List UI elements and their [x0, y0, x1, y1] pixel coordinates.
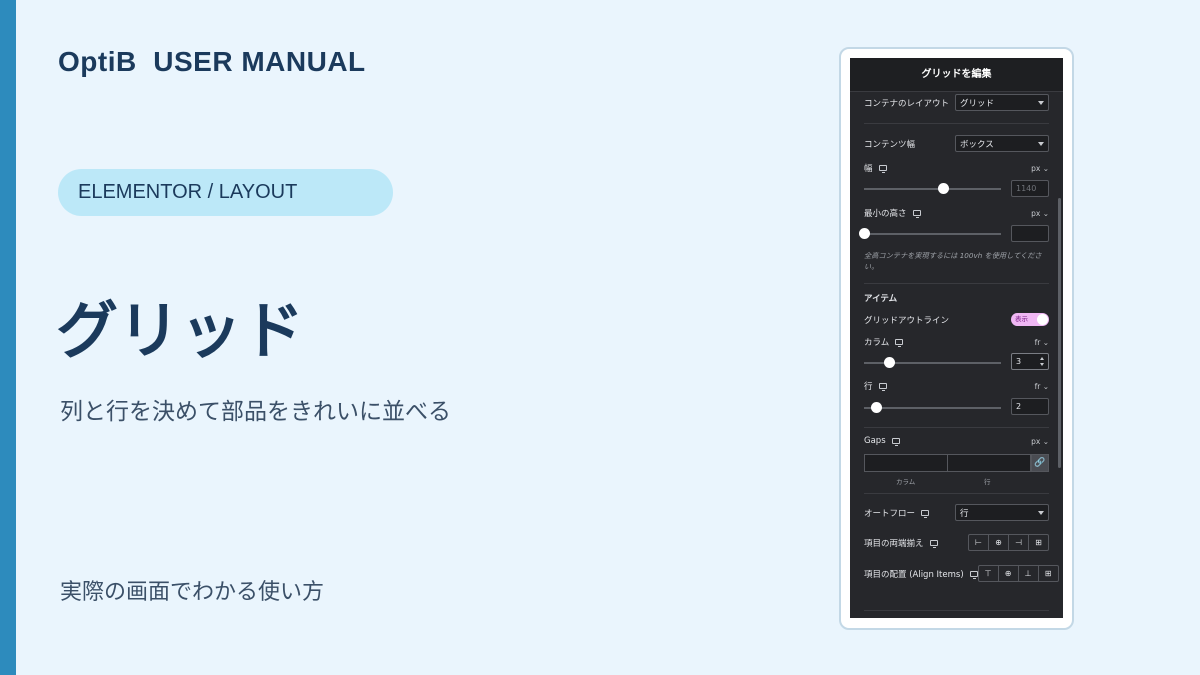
justify-end-icon[interactable]: ⊣	[1008, 535, 1028, 550]
desktop-icon[interactable]	[891, 438, 900, 446]
content-width-select[interactable]: ボックス	[955, 135, 1049, 152]
container-layout-row: コンテナのレイアウト グリッド	[864, 94, 1049, 111]
align-items-label: 項目の配置 (Align Items)	[864, 569, 964, 580]
grid-outline-row: グリッドアウトライン 表示	[864, 313, 1049, 326]
divider	[864, 123, 1049, 124]
width-unit-select[interactable]: px ⌄	[1031, 164, 1049, 173]
desktop-icon[interactable]	[895, 339, 904, 347]
align-start-icon[interactable]: ⊤	[979, 566, 998, 581]
align-center-icon[interactable]: ⊕	[997, 566, 1018, 581]
gaps-unit-select[interactable]: px ⌄	[1031, 437, 1049, 446]
columns-slider-handle[interactable]	[883, 357, 895, 368]
tagline: 実際の画面でわかる使い方	[60, 580, 325, 605]
min-height-unit-select[interactable]: px ⌄	[1031, 209, 1049, 218]
align-stretch-icon[interactable]: ⊞	[1037, 566, 1058, 581]
content-width-row: コンテンツ幅 ボックス	[864, 135, 1049, 152]
divider	[864, 493, 1049, 494]
divider	[864, 427, 1049, 428]
align-items-buttons: ⊤ ⊕ ⊥ ⊞	[977, 565, 1059, 582]
desktop-icon[interactable]	[878, 165, 887, 173]
desktop-icon[interactable]	[969, 570, 978, 579]
desktop-icon[interactable]	[912, 210, 921, 218]
width-input[interactable]: 1140	[1011, 180, 1049, 197]
container-layout-select[interactable]: グリッド	[955, 94, 1049, 111]
panel-header: グリッドを編集	[850, 58, 1063, 92]
content-width-label: コンテンツ幅	[864, 139, 916, 150]
align-items-row: 項目の配置 (Align Items) ⊤ ⊕ ⊥ ⊞	[864, 565, 1059, 582]
columns-unit-select[interactable]: fr ⌄	[1035, 338, 1049, 347]
width-slider-handle[interactable]	[938, 183, 950, 194]
divider	[864, 283, 1049, 284]
desktop-icon[interactable]	[929, 539, 938, 548]
columns-input[interactable]: 3	[1011, 353, 1049, 370]
columns-label: カラム	[864, 338, 890, 348]
justify-start-icon[interactable]: ⊢	[969, 535, 988, 550]
justify-items-buttons: ⊢ ⊕ ⊣ ⊞	[968, 534, 1049, 551]
gap-row-label: 行	[984, 478, 991, 486]
auto-flow-row: オートフロー 行	[864, 504, 1049, 521]
min-height-input[interactable]	[1011, 225, 1049, 242]
chevron-down-icon	[1038, 100, 1044, 105]
desktop-icon[interactable]	[878, 383, 887, 391]
desktop-icon[interactable]	[921, 509, 930, 518]
items-heading-row: アイテム	[864, 292, 1049, 304]
rows-label: 行	[864, 382, 873, 392]
width-slider[interactable]	[864, 183, 1001, 194]
width-row: 幅 px ⌄	[864, 162, 1049, 175]
container-layout-label: コンテナのレイアウト	[864, 98, 950, 109]
width-label: 幅	[864, 164, 873, 174]
rows-input[interactable]: 2	[1011, 398, 1049, 415]
columns-slider[interactable]	[864, 357, 1001, 368]
gap-row-input[interactable]	[948, 454, 1031, 472]
columns-row: カラム fr ⌄	[864, 336, 1049, 349]
link-icon[interactable]: 🔗	[1031, 454, 1049, 472]
gaps-inputs: 🔗	[864, 454, 1049, 472]
panel-scrollbar[interactable]	[1058, 198, 1061, 468]
rows-unit-select[interactable]: fr ⌄	[1035, 382, 1049, 391]
grid-outline-toggle[interactable]: 表示	[1011, 313, 1049, 326]
justify-center-icon[interactable]: ⊕	[988, 535, 1008, 550]
rows-slider[interactable]	[864, 402, 1001, 413]
items-heading: アイテム	[864, 294, 898, 304]
accent-bar	[0, 0, 16, 675]
align-end-icon[interactable]: ⊥	[1017, 566, 1038, 581]
brand-title: OptiB USER MANUAL	[58, 46, 366, 77]
min-height-slider-handle[interactable]	[859, 228, 870, 239]
gap-column-label: カラム	[896, 478, 916, 486]
min-height-label: 最小の高さ	[864, 209, 907, 219]
justify-items-label: 項目の両端揃え	[864, 538, 924, 549]
min-height-slider[interactable]	[859, 228, 1001, 239]
chevron-down-icon	[1038, 141, 1044, 146]
gaps-row: Gaps px ⌄	[864, 436, 1049, 446]
rows-slider-handle[interactable]	[871, 402, 883, 413]
page-title: グリッド	[56, 294, 305, 367]
rows-row: 行 fr ⌄	[864, 380, 1049, 393]
min-height-row: 最小の高さ px ⌄	[864, 207, 1049, 220]
justify-stretch-icon[interactable]: ⊞	[1028, 535, 1048, 550]
subtitle: 列と行を決めて部品をきれいに並べる	[60, 399, 451, 425]
justify-items-row: 項目の両端揃え ⊢ ⊕ ⊣ ⊞	[864, 534, 1049, 551]
min-height-hint: 全高コンテナを実現するには 100vh を使用してください。	[864, 251, 1042, 271]
auto-flow-label: オートフロー	[864, 508, 916, 519]
auto-flow-select[interactable]: 行	[955, 504, 1049, 521]
category-pill: ELEMENTOR / LAYOUT	[58, 169, 393, 216]
gap-column-input[interactable]	[864, 454, 948, 472]
stepper-icon[interactable]	[1040, 357, 1045, 366]
gaps-label: Gaps	[864, 436, 886, 446]
grid-outline-label: グリッドアウトライン	[864, 315, 950, 326]
chevron-down-icon	[1038, 510, 1044, 515]
grid-edit-panel: グリッドを編集 コンテナのレイアウト グリッド コンテンツ幅 ボックス 幅 px…	[850, 58, 1063, 618]
divider	[864, 610, 1049, 611]
